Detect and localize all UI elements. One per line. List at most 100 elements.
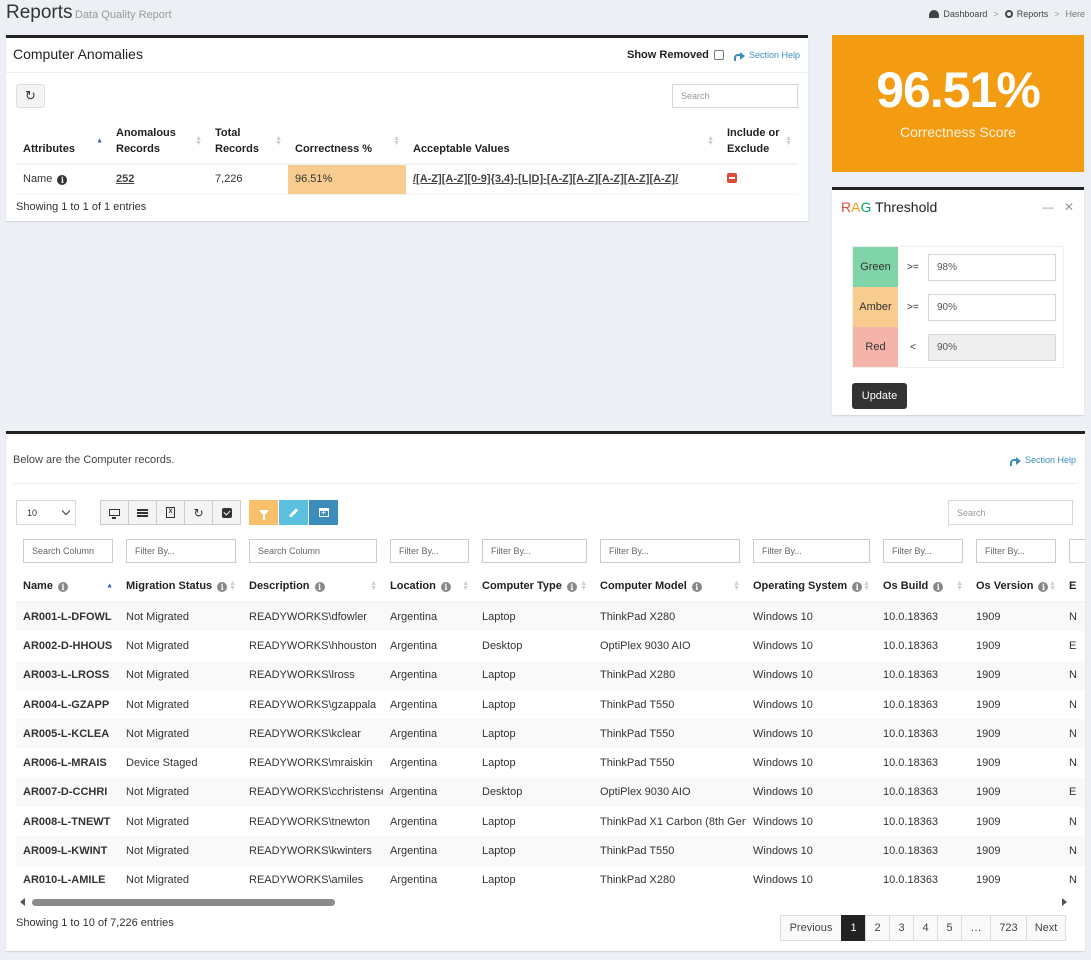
records-section-help-link[interactable]: Section Help (1010, 455, 1076, 466)
info-icon[interactable]: i (217, 581, 228, 592)
col-computer-model[interactable]: Computer Model i ▲ ▼ (593, 570, 746, 603)
table-row[interactable]: AR010-L-AMILE Not Migrated READYWORKS\amil… (16, 866, 1085, 895)
chevron-down-icon (61, 506, 71, 516)
table-cell: Argentina (383, 777, 475, 808)
rag-green-input[interactable]: 98% (928, 253, 1056, 281)
rag-amber-input[interactable]: 90% (928, 293, 1056, 321)
table-cell: READYWORKS\tnewton (249, 815, 371, 828)
col-include-exclude[interactable]: Include or Exclude ▲ ▼ (720, 118, 798, 165)
col-os-build[interactable]: Os Build i ▲ ▼ (876, 570, 969, 603)
col-extra[interactable]: E (1062, 570, 1085, 603)
exclude-minus-icon[interactable] (727, 172, 737, 183)
table-cell: Windows 10 (753, 698, 813, 711)
table-cell: 1909 (969, 660, 1062, 690)
update-button[interactable]: Update (852, 383, 907, 409)
filter-extra[interactable] (1069, 539, 1085, 563)
info-icon[interactable]: i (852, 581, 863, 592)
pencil-icon (288, 507, 299, 518)
list-view-button[interactable] (128, 500, 157, 525)
view-columns-button[interactable] (100, 500, 129, 525)
show-removed-checkbox[interactable] (713, 50, 724, 60)
filter-migration-status[interactable]: Filter By... (126, 539, 236, 563)
info-icon[interactable]: i (440, 581, 451, 592)
col-anomalous-records[interactable]: Anomalous Records ▲ ▼ (109, 118, 208, 165)
table-row[interactable]: AR003-L-LROSS Not Migrated READYWORKS\lros… (16, 660, 1085, 690)
info-icon[interactable]: i (566, 581, 577, 592)
col-attributes[interactable]: Attributes ▲ (16, 118, 109, 165)
table-cell: Windows 10 (746, 660, 876, 690)
scroll-left-icon[interactable] (20, 898, 25, 906)
collapse-icon[interactable]: — (1042, 200, 1054, 214)
filter-name[interactable]: Search Column (23, 539, 113, 563)
filter-operating-system[interactable]: Filter By... (753, 539, 870, 563)
pager-page[interactable]: 2 (865, 915, 890, 941)
table-row[interactable]: AR002-D-HHOUS Not Migrated READYWORKS\hhou… (16, 631, 1085, 660)
horizontal-scrollbar[interactable] (16, 897, 1071, 907)
col-correctness[interactable]: Correctness % ▲ ▼ (288, 118, 406, 165)
col-migration-status[interactable]: Migration Status i ▲ ▼ (119, 570, 242, 603)
rag-row-amber: Amber >= 90% (853, 287, 1063, 327)
filter-computer-type[interactable]: Filter By... (482, 539, 587, 563)
breadcrumb-dashboard[interactable]: Dashboard (929, 9, 987, 19)
filter-os-version[interactable]: Filter By... (976, 539, 1056, 563)
scrollbar-thumb[interactable] (32, 899, 335, 906)
section-help-link[interactable]: Section Help (734, 50, 800, 61)
table-row[interactable]: AR007-D-CCHRI Not Migrated READYWORKS\cchr… (16, 777, 1085, 808)
pager-page[interactable]: 1 (841, 915, 866, 941)
edit-button[interactable] (279, 500, 308, 525)
sort-icon: ▲ ▼ (956, 579, 963, 592)
info-icon[interactable]: i (1038, 581, 1049, 592)
col-computer-type[interactable]: Computer Type i ▲ ▼ (475, 570, 593, 603)
breadcrumb-separator: > (993, 9, 999, 19)
info-icon[interactable]: i (57, 175, 68, 186)
select-all-button[interactable] (212, 500, 241, 525)
anomalies-search-input[interactable]: Search (672, 84, 798, 108)
table-cell: 10.0.18363 (883, 815, 939, 828)
info-icon[interactable]: i (314, 581, 325, 592)
anomalous-records-link[interactable]: 252 (116, 173, 134, 185)
refresh-records-button[interactable]: ↻ (184, 500, 213, 525)
table-row[interactable]: AR008-L-TNEWT Not Migrated READYWORKS\tnew… (16, 807, 1085, 836)
info-icon[interactable]: i (933, 581, 944, 592)
pager-next[interactable]: Next (1026, 915, 1066, 941)
filter-location[interactable]: Filter By... (390, 539, 469, 563)
export-excel-button[interactable]: X (156, 500, 185, 525)
filter-computer-model[interactable]: Filter By... (600, 539, 740, 563)
col-total-records[interactable]: Total Records ▲ ▼ (208, 118, 288, 165)
table-row[interactable]: AR005-L-KCLEA Not Migrated READYWORKS\kcle… (16, 719, 1085, 749)
pager-previous[interactable]: Previous (780, 915, 842, 941)
schedule-button[interactable] (309, 500, 338, 525)
table-row[interactable]: AR001-L-DFOWL Not Migrated READYWORKS\dfow… (16, 602, 1085, 632)
records-search-input[interactable]: Search (948, 500, 1073, 525)
col-name[interactable]: Name i ▲ (16, 570, 119, 603)
rag-red-input: 90% (928, 333, 1056, 361)
pager-page[interactable]: 723 (990, 915, 1027, 941)
show-removed-toggle[interactable]: Show Removed (627, 49, 724, 61)
table-row[interactable]: AR006-L-MRAIS Device Staged READYWORKS\mra… (16, 748, 1085, 777)
col-location[interactable]: Location i ▲ ▼ (383, 570, 475, 603)
filter-description[interactable]: Search Column (249, 539, 377, 563)
filter-button[interactable] (249, 500, 278, 525)
info-icon[interactable]: i (57, 581, 68, 592)
breadcrumb-separator: > (1054, 9, 1060, 19)
info-icon[interactable]: i (691, 581, 702, 592)
table-row[interactable]: AR004-L-GZAPP Not Migrated READYWORKS\gzap… (16, 690, 1085, 719)
page-size-select[interactable]: 10 (16, 500, 76, 525)
pager-page[interactable]: 4 (913, 915, 938, 941)
score-value: 96.51% (876, 62, 1041, 118)
col-description[interactable]: Description i ▲ ▼ (242, 570, 383, 603)
col-os-version[interactable]: Os Version i ▲ ▼ (969, 570, 1062, 603)
breadcrumb-reports[interactable]: Reports (1004, 9, 1048, 19)
table-cell: Laptop (475, 719, 593, 749)
filter-os-build[interactable]: Filter By... (883, 539, 963, 563)
pager-page[interactable]: 3 (889, 915, 914, 941)
pager-page[interactable]: 5 (937, 915, 962, 941)
col-acceptable-values[interactable]: Acceptable Values ▲ ▼ (406, 118, 720, 165)
close-icon[interactable]: ✕ (1064, 200, 1074, 214)
refresh-button[interactable]: ↻ (16, 84, 45, 108)
acceptable-values-link[interactable]: /[A-Z][A-Z][0-9]{3,4}-[L|D]-[A-Z][A-Z][A… (413, 173, 678, 185)
scroll-right-icon[interactable] (1062, 898, 1067, 906)
table-row[interactable]: AR009-L-KWINT Not Migrated READYWORKS\kwin… (16, 836, 1085, 866)
col-operating-system[interactable]: Operating System i ▲ ▼ (746, 570, 876, 603)
table-cell: 10.0.18363 (883, 639, 939, 652)
